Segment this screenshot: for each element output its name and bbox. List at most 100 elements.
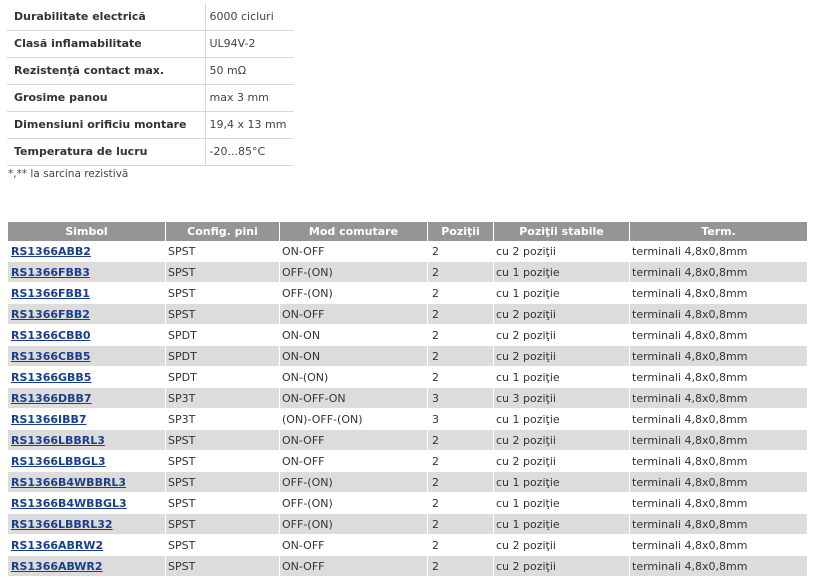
switch-mode-cell: ON-ON — [280, 325, 428, 346]
spec-row: Durabilitate electrică 6000 cicluri — [7, 3, 294, 31]
positions-cell: 2 — [428, 262, 494, 283]
products-table: Simbol Config. pini Mod comutare Poziţii… — [8, 222, 807, 577]
table-row: RS1366ABRW2 SPST ON-OFF 2 cu 2 poziţii termin… — [8, 535, 807, 556]
spec-label: Rezistenţă contact max. — [7, 57, 205, 85]
stable-positions-cell: cu 2 poziţii — [494, 451, 630, 472]
pin-config-cell: SPDT — [166, 367, 280, 388]
col-header-pozitii-stabile: Poziţii stabile — [494, 222, 630, 241]
switch-mode-cell: OFF-(ON) — [280, 472, 428, 493]
product-symbol-link[interactable]: RS1366B4WBBGL3 — [11, 497, 127, 510]
positions-cell: 2 — [428, 493, 494, 514]
footnote: *,** la sarcina rezistivă — [8, 168, 129, 180]
switch-mode-cell: ON-OFF — [280, 451, 428, 472]
stable-positions-cell: cu 1 poziţie — [494, 472, 630, 493]
stable-positions-cell: cu 1 poziţie — [494, 262, 630, 283]
product-symbol-link[interactable]: RS1366B4WBBRL3 — [11, 476, 126, 489]
product-symbol-link[interactable]: RS1366CBB0 — [11, 329, 91, 342]
pin-config-cell: SPST — [166, 304, 280, 325]
positions-cell: 3 — [428, 388, 494, 409]
pin-config-cell: SPST — [166, 514, 280, 535]
pin-config-cell: SPST — [166, 283, 280, 304]
product-symbol-link[interactable]: RS1366LBBRL32 — [11, 518, 113, 531]
positions-cell: 2 — [428, 451, 494, 472]
product-symbol-cell: RS1366B4WBBGL3 — [8, 493, 166, 514]
terminal-cell: terminali 4,8x0,8mm — [630, 430, 807, 451]
product-symbol-link[interactable]: RS1366FBB1 — [11, 287, 90, 300]
pin-config-cell: SPDT — [166, 346, 280, 367]
product-symbol-link[interactable]: RS1366ABWR2 — [11, 560, 103, 573]
pin-config-cell: SPST — [166, 493, 280, 514]
terminal-cell: terminali 4,8x0,8mm — [630, 283, 807, 304]
table-row: RS1366B4WBBGL3 SPST OFF-(ON) 2 cu 1 poziţie t… — [8, 493, 807, 514]
product-symbol-cell: RS1366CBB0 — [8, 325, 166, 346]
table-row: RS1366FBB2 SPST ON-OFF 2 cu 2 poziţii termina… — [8, 304, 807, 325]
switch-mode-cell: OFF-(ON) — [280, 493, 428, 514]
terminal-cell: terminali 4,8x0,8mm — [630, 472, 807, 493]
product-symbol-link[interactable]: RS1366LBBGL3 — [11, 455, 105, 468]
product-symbol-link[interactable]: RS1366FBB2 — [11, 308, 90, 321]
product-symbol-cell: RS1366CBB5 — [8, 346, 166, 367]
product-symbol-cell: RS1366FBB3 — [8, 262, 166, 283]
stable-positions-cell: cu 2 poziţii — [494, 430, 630, 451]
spec-value: max 3 mm — [204, 84, 294, 112]
pin-config-cell: SPST — [166, 472, 280, 493]
product-symbol-link[interactable]: RS1366ABB2 — [11, 245, 91, 258]
stable-positions-cell: cu 2 poziţii — [494, 304, 630, 325]
terminal-cell: terminali 4,8x0,8mm — [630, 367, 807, 388]
terminal-cell: terminali 4,8x0,8mm — [630, 304, 807, 325]
positions-cell: 2 — [428, 367, 494, 388]
pin-config-cell: SP3T — [166, 409, 280, 430]
product-symbol-cell: RS1366FBB2 — [8, 304, 166, 325]
spec-value: 50 mΩ — [204, 57, 294, 85]
spec-value: UL94V-2 — [204, 30, 294, 58]
positions-cell: 2 — [428, 325, 494, 346]
product-symbol-link[interactable]: RS1366GBB5 — [11, 371, 91, 384]
spec-row: Clasă inflamabilitate UL94V-2 — [7, 30, 294, 58]
switch-mode-cell: OFF-(ON) — [280, 514, 428, 535]
positions-cell: 2 — [428, 304, 494, 325]
product-symbol-cell: RS1366LBBGL3 — [8, 451, 166, 472]
col-header-pozitii: Poziţii — [428, 222, 494, 241]
col-header-simbol: Simbol — [8, 222, 166, 241]
product-symbol-link[interactable]: RS1366IBB7 — [11, 413, 87, 426]
stable-positions-cell: cu 2 poziţii — [494, 556, 630, 577]
table-row: RS1366FBB3 SPST OFF-(ON) 2 cu 1 poziţie termi… — [8, 262, 807, 283]
positions-cell: 2 — [428, 514, 494, 535]
product-symbol-cell: RS1366GBB5 — [8, 367, 166, 388]
terminal-cell: terminali 4,8x0,8mm — [630, 493, 807, 514]
product-symbol-cell: RS1366FBB1 — [8, 283, 166, 304]
spec-row: Temperatura de lucru -20...85°C — [7, 138, 294, 166]
terminal-cell: terminali 4,8x0,8mm — [630, 325, 807, 346]
positions-cell: 2 — [428, 556, 494, 577]
stable-positions-cell: cu 1 poziţie — [494, 493, 630, 514]
spec-row: Grosime panou max 3 mm — [7, 84, 294, 112]
positions-cell: 2 — [428, 241, 494, 262]
spec-value: 6000 cicluri — [204, 3, 294, 31]
product-symbol-link[interactable]: RS1366LBBRL3 — [11, 434, 105, 447]
table-row: RS1366CBB5 SPDT ON-ON 2 cu 2 poziţii terminal… — [8, 346, 807, 367]
product-symbol-cell: RS1366IBB7 — [8, 409, 166, 430]
switch-mode-cell: ON-OFF — [280, 304, 428, 325]
stable-positions-cell: cu 2 poziţii — [494, 241, 630, 262]
switch-mode-cell: ON-OFF — [280, 556, 428, 577]
table-row: RS1366LBBRL32 SPST OFF-(ON) 2 cu 1 poziţie te… — [8, 514, 807, 535]
positions-cell: 3 — [428, 409, 494, 430]
switch-mode-cell: ON-OFF-ON — [280, 388, 428, 409]
product-symbol-link[interactable]: RS1366ABRW2 — [11, 539, 103, 552]
product-symbol-link[interactable]: RS1366FBB3 — [11, 266, 90, 279]
spec-label: Durabilitate electrică — [7, 3, 205, 31]
switch-mode-cell: ON-OFF — [280, 535, 428, 556]
pin-config-cell: SPST — [166, 556, 280, 577]
product-symbol-cell: RS1366DBB7 — [8, 388, 166, 409]
table-row: RS1366IBB7 SP3T (ON)-OFF-(ON) 3 cu 1 poziţie… — [8, 409, 807, 430]
switch-mode-cell: (ON)-OFF-(ON) — [280, 409, 428, 430]
product-symbol-link[interactable]: RS1366CBB5 — [11, 350, 91, 363]
table-row: RS1366GBB5 SPDT ON-(ON) 2 cu 1 poziţie termin… — [8, 367, 807, 388]
terminal-cell: terminali 4,8x0,8mm — [630, 388, 807, 409]
product-symbol-link[interactable]: RS1366DBB7 — [11, 392, 92, 405]
stable-positions-cell: cu 1 poziţie — [494, 367, 630, 388]
col-header-config-pini: Config. pini — [166, 222, 280, 241]
stable-positions-cell: cu 2 poziţii — [494, 346, 630, 367]
switch-mode-cell: ON-ON — [280, 346, 428, 367]
table-row: RS1366DBB7 SP3T ON-OFF-ON 3 cu 3 poziţii term… — [8, 388, 807, 409]
